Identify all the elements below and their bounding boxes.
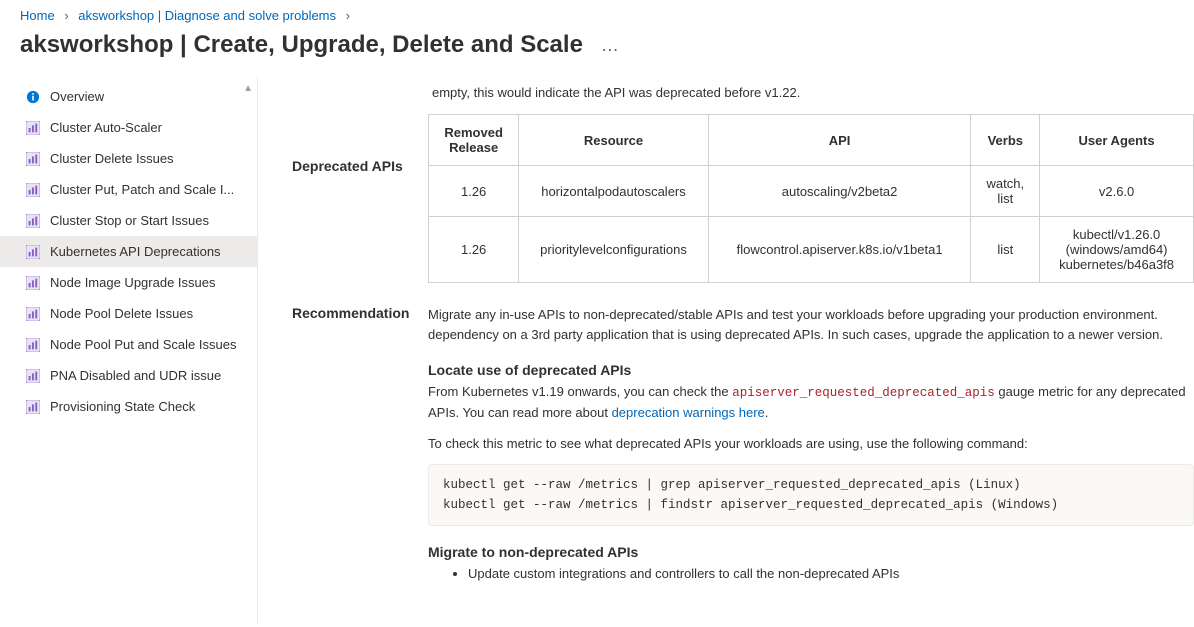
sidebar-item-node-pool-put-scale[interactable]: Node Pool Put and Scale Issues bbox=[0, 329, 257, 360]
page-title: aksworkshop | Create, Upgrade, Delete an… bbox=[20, 31, 583, 59]
sidebar-item-pna-disabled-udr[interactable]: PNA Disabled and UDR issue bbox=[0, 360, 257, 391]
th-user-agents: User Agents bbox=[1040, 115, 1194, 166]
sidebar-item-label: Cluster Delete Issues bbox=[50, 151, 174, 166]
sidebar-item-cluster-auto-scaler[interactable]: Cluster Auto-Scaler bbox=[0, 112, 257, 143]
cell-verbs: list bbox=[971, 217, 1040, 283]
sidebar-item-label: Cluster Stop or Start Issues bbox=[50, 213, 209, 228]
breadcrumb-diagnose[interactable]: aksworkshop | Diagnose and solve problem… bbox=[78, 8, 336, 23]
command-codeblock: kubectl get --raw /metrics | grep apiser… bbox=[428, 464, 1194, 526]
recommendation-text: Migrate any in-use APIs to non-deprecate… bbox=[428, 305, 1194, 344]
sidebar-item-provisioning-state[interactable]: Provisioning State Check bbox=[0, 391, 257, 422]
cell-verbs: watch, list bbox=[971, 166, 1040, 217]
migrate-bullet: Update custom integrations and controlle… bbox=[468, 566, 1194, 581]
bar-chart-icon bbox=[26, 121, 40, 135]
chevron-right-icon: › bbox=[340, 8, 356, 23]
sidebar-item-label: Cluster Put, Patch and Scale I... bbox=[50, 182, 234, 197]
sidebar-item-node-pool-delete[interactable]: Node Pool Delete Issues bbox=[0, 298, 257, 329]
locate-heading: Locate use of deprecated APIs bbox=[428, 362, 1194, 378]
sidebar-item-label: PNA Disabled and UDR issue bbox=[50, 368, 221, 383]
recommendation-label: Recommendation bbox=[292, 305, 428, 321]
bar-chart-icon bbox=[26, 338, 40, 352]
collapse-icon[interactable]: ▲ bbox=[243, 83, 253, 94]
sidebar: ▲ Overview Cluster Auto-Scaler Cluster D… bbox=[0, 77, 258, 624]
more-button[interactable]: … bbox=[601, 35, 620, 56]
th-removed-release: Removed Release bbox=[429, 115, 519, 166]
sidebar-item-cluster-delete-issues[interactable]: Cluster Delete Issues bbox=[0, 143, 257, 174]
sidebar-overview[interactable]: Overview bbox=[0, 81, 257, 112]
sidebar-item-label: Overview bbox=[50, 89, 104, 104]
sidebar-item-node-image-upgrade[interactable]: Node Image Upgrade Issues bbox=[0, 267, 257, 298]
bar-chart-icon bbox=[26, 369, 40, 383]
breadcrumb: Home › aksworkshop | Diagnose and solve … bbox=[0, 0, 1194, 27]
deprecation-warnings-link[interactable]: deprecation warnings here bbox=[612, 405, 765, 420]
sidebar-item-cluster-put-patch-scale[interactable]: Cluster Put, Patch and Scale I... bbox=[0, 174, 257, 205]
cell-ua: kubectl/v1.26.0 (windows/amd64) kubernet… bbox=[1040, 217, 1194, 283]
cell-release: 1.26 bbox=[429, 217, 519, 283]
table-row: 1.26 horizontalpodautoscalers autoscalin… bbox=[429, 166, 1194, 217]
th-verbs: Verbs bbox=[971, 115, 1040, 166]
bar-chart-icon bbox=[26, 214, 40, 228]
sidebar-item-label: Node Pool Delete Issues bbox=[50, 306, 193, 321]
breadcrumb-home[interactable]: Home bbox=[20, 8, 55, 23]
bar-chart-icon bbox=[26, 152, 40, 166]
migrate-heading: Migrate to non-deprecated APIs bbox=[428, 544, 1194, 560]
cell-release: 1.26 bbox=[429, 166, 519, 217]
sidebar-item-label: Node Image Upgrade Issues bbox=[50, 275, 215, 290]
deprecated-apis-label: Deprecated APIs bbox=[292, 114, 414, 174]
check-metric-paragraph: To check this metric to see what depreca… bbox=[428, 434, 1194, 454]
chevron-right-icon: › bbox=[58, 8, 74, 23]
th-api: API bbox=[708, 115, 971, 166]
sidebar-item-label: Provisioning State Check bbox=[50, 399, 195, 414]
sidebar-item-label: Node Pool Put and Scale Issues bbox=[50, 337, 236, 352]
bar-chart-icon bbox=[26, 400, 40, 414]
bar-chart-icon bbox=[26, 245, 40, 259]
bar-chart-icon bbox=[26, 307, 40, 321]
cell-api: flowcontrol.apiserver.k8s.io/v1beta1 bbox=[708, 217, 971, 283]
cell-resource: horizontalpodautoscalers bbox=[519, 166, 708, 217]
sidebar-item-k8s-api-deprecations[interactable]: Kubernetes API Deprecations bbox=[0, 236, 257, 267]
deprecated-apis-table: Removed Release Resource API Verbs User … bbox=[428, 114, 1194, 283]
sidebar-item-label: Kubernetes API Deprecations bbox=[50, 244, 221, 259]
bar-chart-icon bbox=[26, 276, 40, 290]
main-content: empty, this would indicate the API was d… bbox=[258, 77, 1194, 624]
info-icon bbox=[26, 90, 40, 104]
bar-chart-icon bbox=[26, 183, 40, 197]
intro-paragraph: empty, this would indicate the API was d… bbox=[432, 85, 1194, 100]
cell-ua: v2.6.0 bbox=[1040, 166, 1194, 217]
sidebar-item-label: Cluster Auto-Scaler bbox=[50, 120, 162, 135]
cell-resource: prioritylevelconfigurations bbox=[519, 217, 708, 283]
th-resource: Resource bbox=[519, 115, 708, 166]
table-row: 1.26 prioritylevelconfigurations flowcon… bbox=[429, 217, 1194, 283]
sidebar-item-cluster-stop-start[interactable]: Cluster Stop or Start Issues bbox=[0, 205, 257, 236]
cell-api: autoscaling/v2beta2 bbox=[708, 166, 971, 217]
locate-paragraph: From Kubernetes v1.19 onwards, you can c… bbox=[428, 382, 1194, 424]
metric-code: apiserver_requested_deprecated_apis bbox=[732, 386, 995, 400]
